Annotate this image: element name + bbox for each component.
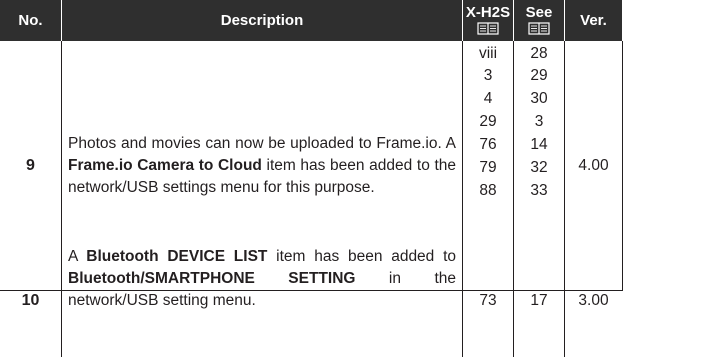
see-page: 30: [530, 90, 548, 107]
header-no: No.: [0, 0, 61, 41]
version: 4.00: [578, 157, 609, 174]
see-page: 14: [530, 136, 548, 153]
header-description: Description: [62, 0, 462, 41]
header-xh2s: X-H2S: [463, 0, 513, 41]
header-see: See: [514, 0, 564, 41]
xh2s-page: 3: [483, 67, 493, 84]
description-bold: Frame.io Camera to Cloud: [68, 157, 262, 174]
xh2s-page: 76: [479, 136, 497, 153]
description-bold: Bluetooth DEVICE LIST: [86, 248, 268, 265]
xh2s-page: 88: [479, 182, 497, 199]
version: 3.00: [578, 292, 609, 309]
xh2s-page: 73: [479, 292, 497, 309]
description-text: Photos and movies can now be uploaded to…: [68, 135, 456, 152]
row-number: 9: [26, 157, 35, 174]
book-icon: [528, 22, 550, 35]
row-number: 10: [21, 292, 40, 309]
book-icon: [477, 22, 499, 35]
description-text: A: [68, 248, 87, 265]
see-page: 28: [530, 45, 548, 62]
column-divider: [61, 41, 62, 357]
xh2s-page: 4: [483, 90, 493, 107]
row-description: Photos and movies can now be uploaded to…: [68, 133, 456, 199]
description-text: item has been added to: [267, 248, 456, 265]
row-description: A Bluetooth DEVICE LIST item has been ad…: [68, 246, 456, 312]
description-bold: Bluetooth/SMARTPHONE SETTING: [68, 270, 356, 287]
see-page: 33: [530, 182, 548, 199]
see-page: 29: [530, 67, 548, 84]
column-divider: [622, 41, 623, 290]
xh2s-page: viii: [478, 45, 498, 62]
header-ver: Ver.: [565, 0, 622, 41]
xh2s-page: 29: [479, 113, 497, 130]
version-table: No. Description X-H2S See Ver. 9 Photos …: [0, 0, 714, 357]
see-page: 3: [534, 113, 544, 130]
see-page: 32: [530, 159, 548, 176]
xh2s-page: 79: [479, 159, 497, 176]
header-see-label: See: [525, 4, 553, 21]
header-xh2s-label: X-H2S: [465, 4, 511, 21]
see-page: 17: [530, 292, 548, 309]
